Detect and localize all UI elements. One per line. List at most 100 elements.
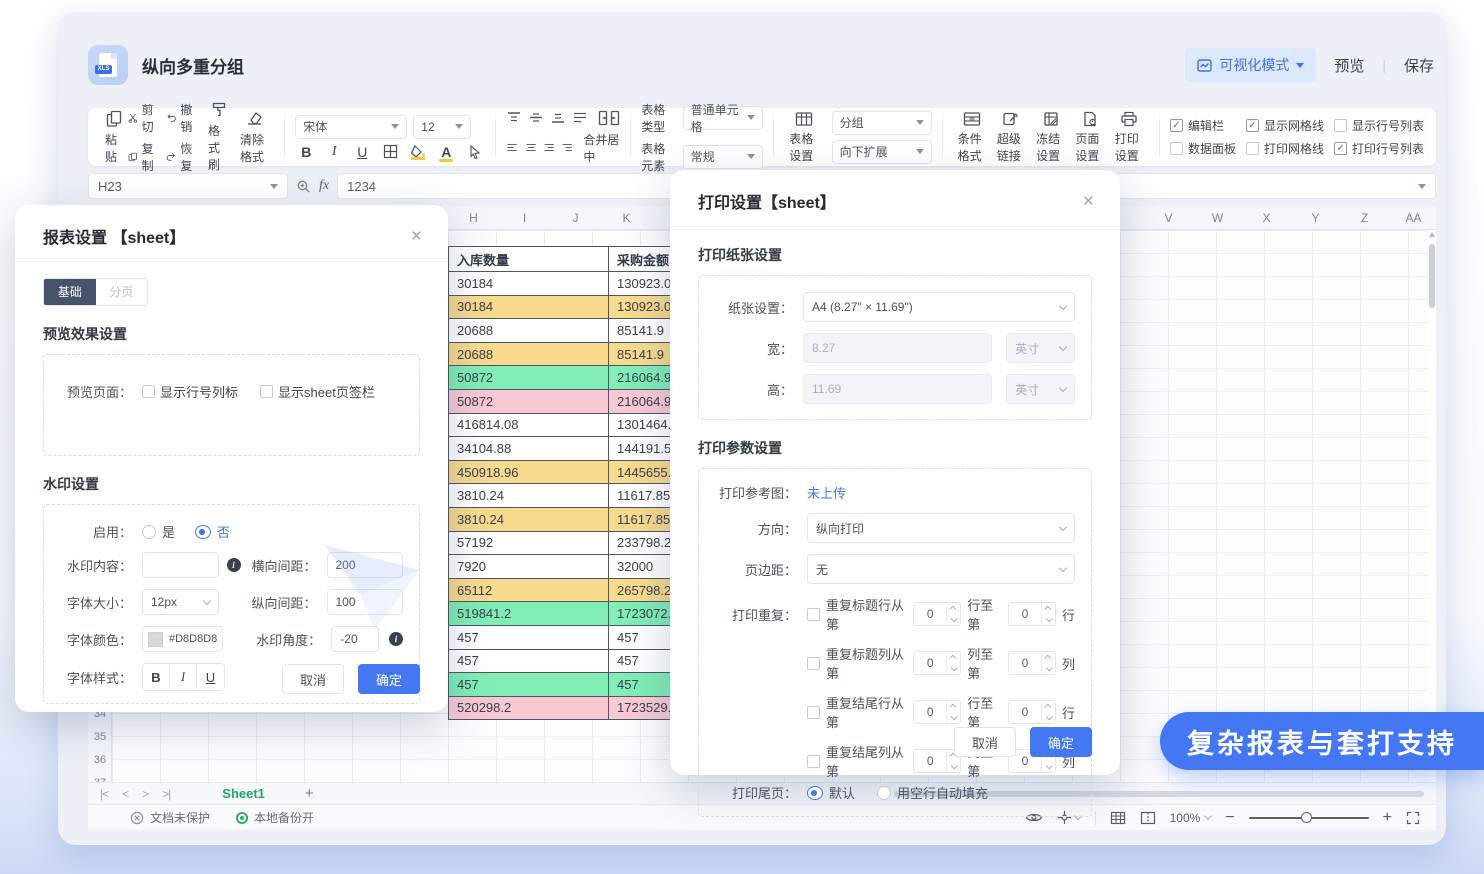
hyperlink-button[interactable]: 超级链接 [992, 111, 1031, 164]
repeat-from-stepper[interactable]: 0 [913, 651, 961, 675]
report-cancel-button[interactable]: 取消 [282, 664, 344, 694]
wm-bold-button[interactable]: B [143, 664, 170, 690]
sheet-tab-sheet1[interactable]: Sheet1 [222, 786, 265, 801]
prev-sheet-icon[interactable]: < [122, 787, 128, 801]
stepper-down-icon[interactable] [947, 614, 960, 625]
table-cell[interactable]: 30184 [449, 296, 609, 319]
normal-view-icon[interactable] [1110, 811, 1126, 825]
wm-font-size-select[interactable]: 12px [142, 589, 219, 615]
wm-angle-input[interactable]: -20 [331, 626, 379, 652]
info-icon[interactable]: i [389, 632, 403, 646]
toolbar-check-打印行号列表[interactable]: ✓打印行号列表 [1334, 140, 1424, 157]
table-cell[interactable]: 30184 [449, 272, 609, 295]
checkbox-icon[interactable] [807, 706, 820, 719]
report-confirm-button[interactable]: 确定 [358, 664, 420, 694]
vertical-scroll-thumb[interactable] [1429, 244, 1435, 308]
redo-button[interactable]: 恢复 [166, 140, 197, 174]
v-gap-input[interactable]: 100 [327, 589, 404, 615]
toolbar-check-数据面板[interactable]: 数据面板 [1170, 140, 1236, 157]
tab-basic[interactable]: 基础 [44, 279, 96, 305]
column-letter-Z[interactable]: Z [1340, 206, 1389, 230]
table-cell[interactable]: 7920 [449, 555, 609, 578]
expand-select[interactable]: 向下扩展 [832, 140, 932, 164]
stepper-down-icon[interactable] [1042, 663, 1055, 674]
indent-icon[interactable] [561, 141, 573, 154]
table-cell[interactable]: 57192 [449, 532, 609, 555]
column-letter-V[interactable]: V [1144, 206, 1193, 230]
paper-size-select[interactable]: A4 (8.27" × 11.69") [803, 292, 1075, 322]
stepper-down-icon[interactable] [1042, 614, 1055, 625]
column-letter-J[interactable]: J [550, 206, 601, 230]
table-type-select[interactable]: 普通单元格 [683, 106, 764, 130]
bold-button[interactable]: B [295, 144, 317, 160]
align-middle-icon[interactable] [528, 111, 544, 124]
fullscreen-icon[interactable] [1406, 811, 1420, 825]
cut-button[interactable]: 剪切 [128, 101, 158, 135]
wrap-text-icon[interactable] [572, 111, 588, 124]
merge-center-button[interactable]: 合并居中 [583, 131, 620, 165]
paper-width-unit-select[interactable]: 英寸 [1006, 333, 1075, 363]
stepper-down-icon[interactable] [947, 761, 960, 772]
checkbox-icon[interactable] [807, 657, 820, 670]
column-letter-W[interactable]: W [1193, 206, 1242, 230]
table-cell[interactable]: 450918.96 [449, 461, 609, 484]
table-cell[interactable]: 20688 [449, 343, 609, 366]
clear-format-button[interactable]: 清除格式 [235, 110, 274, 165]
toolbar-check-打印网格线[interactable]: 打印网格线 [1246, 140, 1324, 157]
page-break-view-icon[interactable] [1140, 811, 1156, 825]
checkbox-icon[interactable] [807, 608, 820, 621]
checkbox-icon[interactable] [807, 755, 820, 768]
wm-font-color-picker[interactable]: #D8D8D8 [142, 626, 223, 652]
radio-enable-no[interactable] [195, 525, 211, 539]
zoom-in-button[interactable]: + [1383, 809, 1392, 827]
repeat-to-stepper[interactable]: 0 [1008, 602, 1056, 626]
column-letter-Y[interactable]: Y [1291, 206, 1340, 230]
stepper-spin[interactable] [1041, 701, 1055, 723]
column-letter-H[interactable]: H [448, 206, 499, 230]
radio-tail-default[interactable] [807, 786, 823, 800]
direction-select[interactable]: 纵向打印 [807, 513, 1075, 543]
toolbar-check-显示网格线[interactable]: ✓显示网格线 [1246, 117, 1324, 134]
info-icon[interactable]: i [227, 558, 241, 572]
paper-height-unit-select[interactable]: 英寸 [1006, 374, 1075, 404]
align-bottom-icon[interactable] [550, 111, 566, 124]
table-element-select[interactable]: 常规 [683, 145, 764, 169]
stepper-spin[interactable] [946, 603, 960, 625]
stepper-spin[interactable] [1041, 603, 1055, 625]
vertical-scrollbar[interactable] [1428, 232, 1436, 778]
visual-mode-button[interactable]: 可视化模式 [1185, 48, 1316, 82]
row-number-37[interactable]: 37 [88, 772, 112, 782]
conditional-format-button[interactable]: 条件格式 [953, 111, 992, 164]
group-select[interactable]: 分组 [832, 111, 932, 135]
table-cell[interactable]: 457 [449, 626, 609, 649]
align-center-icon[interactable] [525, 141, 537, 154]
h-gap-input[interactable]: 200 [327, 552, 404, 578]
table-settings-button[interactable]: 表格设置 [784, 111, 823, 164]
repeat-from-stepper[interactable]: 0 [913, 602, 961, 626]
stepper-up-icon[interactable] [947, 603, 960, 614]
wm-underline-button[interactable]: U [197, 664, 224, 690]
watermark-content-input[interactable] [142, 552, 219, 578]
stepper-up-icon[interactable] [947, 652, 960, 663]
add-sheet-button[interactable]: + [305, 785, 314, 802]
paper-height-input[interactable]: 11.69 [803, 374, 992, 404]
table-cell[interactable]: 50872 [449, 366, 609, 389]
scroll-up-icon[interactable] [1429, 232, 1435, 237]
paper-width-input[interactable]: 8.27 [803, 333, 992, 363]
row-number-36[interactable]: 36 [88, 749, 112, 772]
repeat-to-stepper[interactable]: 0 [1008, 651, 1056, 675]
freeze-button[interactable]: 冻结设置 [1031, 111, 1070, 164]
stepper-spin[interactable] [946, 701, 960, 723]
check-show-row-col-marks[interactable]: 显示行号列标 [142, 382, 238, 401]
copy-button[interactable]: 复制 [128, 140, 158, 174]
zoom-slider-knob[interactable] [1301, 812, 1312, 823]
stepper-up-icon[interactable] [1042, 701, 1055, 712]
preview-button[interactable]: 预览 [1334, 55, 1364, 76]
table-header-cell[interactable]: 入库数量 [449, 247, 609, 271]
stepper-down-icon[interactable] [1042, 761, 1055, 772]
radio-tail-fill[interactable] [877, 786, 891, 800]
table-cell[interactable]: 3810.24 [449, 508, 609, 531]
last-sheet-icon[interactable]: >| [162, 787, 170, 801]
table-cell[interactable]: 20688 [449, 319, 609, 342]
align-right-icon[interactable] [543, 141, 555, 154]
